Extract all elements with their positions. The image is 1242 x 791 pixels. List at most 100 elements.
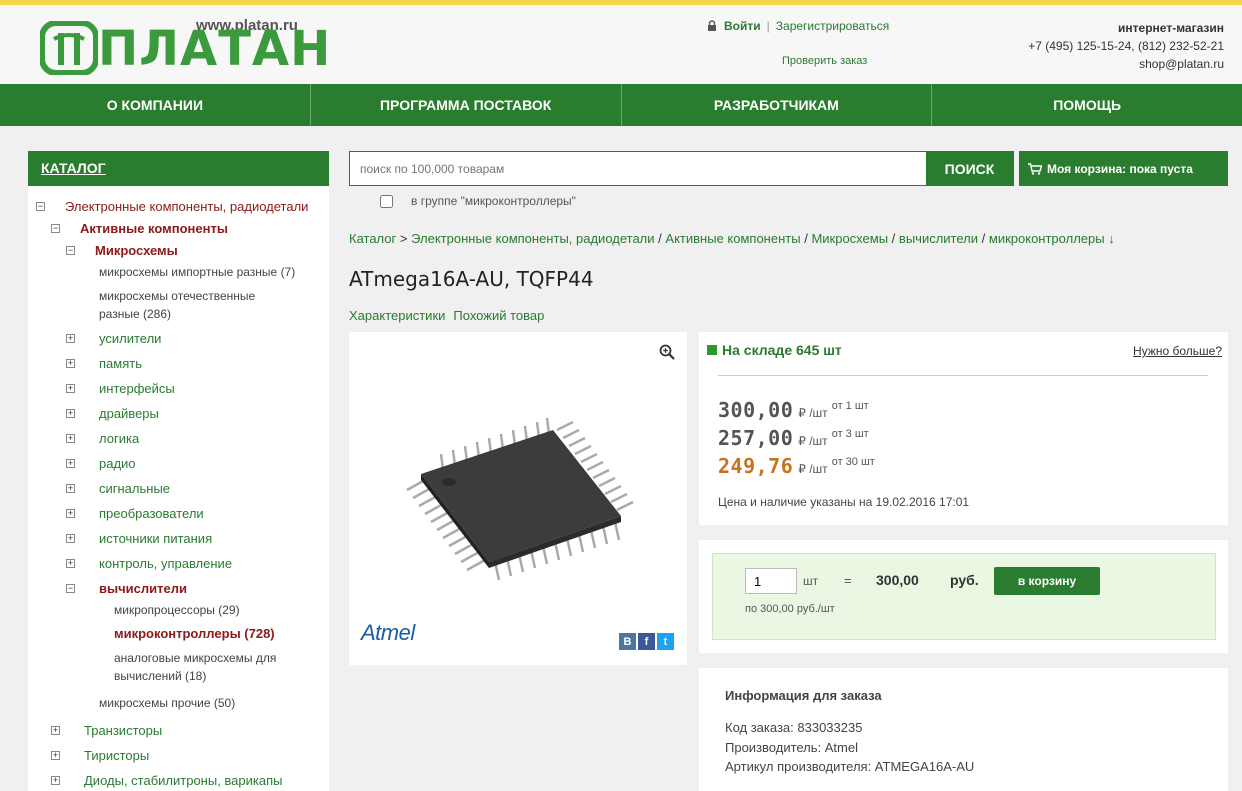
expand-icon[interactable]: + [51, 726, 60, 735]
breadcrumb-electronics[interactable]: Электронные компоненты, радиодетали [411, 231, 654, 246]
catalog-item-label: Диоды, стабилитроны, варикапы [84, 773, 283, 788]
nav-help[interactable]: ПОМОЩЬ [932, 84, 1242, 126]
breadcrumb-computing[interactable]: вычислители [899, 231, 978, 246]
price-from: от 1 шт [831, 400, 869, 412]
expand-icon[interactable]: + [51, 751, 60, 760]
logo-text: ПЛАТАН [98, 21, 332, 77]
product-tabs: Характеристики Похожий товар [349, 308, 544, 323]
search-button[interactable]: ПОИСК [926, 152, 1013, 185]
catalog-item[interactable]: усилители [99, 330, 161, 348]
catalog-item-label: Активные компоненты [80, 221, 228, 236]
catalog-item-label: разные (286) [99, 307, 171, 321]
catalog-item[interactable]: микросхемы прочие (50) [99, 694, 235, 712]
stock-card: На складе 645 шт Нужно больше? 300,00 ₽ … [699, 332, 1228, 525]
catalog-item[interactable]: Микросхемы [95, 242, 178, 260]
catalog-item[interactable]: микросхемы отечественные [99, 287, 255, 305]
add-to-cart-button[interactable]: в корзину [994, 567, 1100, 595]
catalog-item[interactable]: Транзисторы [84, 722, 162, 740]
catalog-item-label: память [99, 356, 142, 371]
catalog-item[interactable]: драйверы [99, 405, 159, 423]
expand-icon[interactable]: + [51, 776, 60, 785]
expand-icon[interactable]: + [66, 559, 75, 568]
logo[interactable]: www.platan.ru ПЛАТАН [38, 11, 330, 77]
order-currency: руб. [950, 572, 979, 588]
expand-icon[interactable]: + [66, 459, 75, 468]
expand-icon[interactable]: + [66, 409, 75, 418]
catalog-item[interactable]: микросхемы импортные разные (7) [99, 263, 295, 281]
expand-icon[interactable]: + [66, 534, 75, 543]
catalog-item[interactable]: аналоговые микросхемы для [114, 649, 276, 667]
quantity-input[interactable] [745, 568, 797, 594]
catalog-item[interactable]: источники питания [99, 530, 212, 548]
catalog-item[interactable]: логика [99, 430, 139, 448]
catalog-item[interactable]: радио [99, 455, 136, 473]
nav-supply[interactable]: ПРОГРАММА ПОСТАВОК [311, 84, 622, 126]
catalog-item-label: логика [99, 431, 140, 446]
catalog-item[interactable]: микроконтроллеры (728) [114, 625, 275, 643]
cart-button[interactable]: Моя корзина: пока пуста [1019, 151, 1228, 186]
catalog-item[interactable]: разные (286) [99, 305, 171, 323]
catalog-item[interactable]: вычислений (18) [114, 667, 206, 685]
expand-icon[interactable]: + [66, 384, 75, 393]
nav-developers[interactable]: РАЗРАБОТЧИКАМ [622, 84, 933, 126]
expand-icon[interactable]: + [66, 509, 75, 518]
price-value: 257,00 [718, 426, 794, 450]
catalog-item[interactable]: Электронные компоненты, радиодетали [65, 198, 308, 216]
catalog-item[interactable]: микропроцессоры (29) [114, 601, 240, 619]
phones: +7 (495) 125-15-24, (812) 232-52-21 [1028, 39, 1224, 53]
catalog-item[interactable]: Диоды, стабилитроны, варикапы [84, 772, 283, 790]
catalog-item[interactable]: преобразователи [99, 505, 204, 523]
expand-icon[interactable]: + [66, 434, 75, 443]
brand-logo: Atmel [361, 620, 415, 645]
catalog-item-label: микроконтроллеры (728) [114, 626, 275, 641]
catalog-item[interactable]: вычислители [99, 580, 187, 598]
social-buttons: В f t [619, 633, 674, 650]
catalog-item[interactable]: Активные компоненты [80, 220, 228, 238]
login-link[interactable]: Войти [724, 19, 761, 33]
tab-similar[interactable]: Похожий товар [453, 308, 544, 323]
catalog-item-label: радио [99, 456, 136, 471]
price-unit: ₽ /шт [798, 462, 828, 476]
expand-icon[interactable]: + [66, 359, 75, 368]
collapse-icon[interactable]: − [66, 246, 75, 255]
expand-icon[interactable]: + [66, 334, 75, 343]
leaf-logo-icon [40, 21, 98, 75]
breadcrumb-mcu[interactable]: микроконтроллеры ↓ [989, 231, 1115, 246]
twitter-icon[interactable]: t [657, 633, 674, 650]
need-more-link[interactable]: Нужно больше? [1133, 344, 1222, 358]
tab-characteristics[interactable]: Характеристики [349, 308, 445, 323]
catalog-item-label: микропроцессоры (29) [114, 603, 240, 617]
catalog-item[interactable]: сигнальные [99, 480, 170, 498]
main-nav: О КОМПАНИИ ПРОГРАММА ПОСТАВОК РАЗРАБОТЧИ… [0, 84, 1242, 126]
price-row: 300,00 ₽ /шт от 1 шт [718, 398, 869, 422]
nav-about[interactable]: О КОМПАНИИ [0, 84, 311, 126]
collapse-icon[interactable]: − [36, 202, 45, 211]
vk-icon[interactable]: В [619, 633, 636, 650]
catalog-item[interactable]: контроль, управление [99, 555, 232, 573]
expand-icon[interactable]: + [66, 484, 75, 493]
catalog-item-label: преобразователи [99, 506, 204, 521]
breadcrumb-catalog[interactable]: Каталог [349, 231, 396, 246]
price-value: 300,00 [718, 398, 794, 422]
email[interactable]: shop@platan.ru [1028, 55, 1224, 73]
register-link[interactable]: Зарегистрироваться [776, 19, 889, 33]
facebook-icon[interactable]: f [638, 633, 655, 650]
catalog-item[interactable]: память [99, 355, 142, 373]
collapse-icon[interactable]: − [66, 584, 75, 593]
stock-label: На складе 645 шт [722, 342, 842, 358]
catalog-title[interactable]: КАТАЛОГ [28, 151, 329, 186]
breadcrumb-ics[interactable]: Микросхемы [811, 231, 888, 246]
price-unit: ₽ /шт [798, 406, 828, 420]
breadcrumb-active[interactable]: Активные компоненты [665, 231, 800, 246]
zoom-icon[interactable] [659, 344, 675, 360]
search-in-group-checkbox[interactable] [380, 194, 393, 208]
catalog-item[interactable]: интерфейсы [99, 380, 175, 398]
check-order-link[interactable]: Проверить заказ [782, 55, 867, 67]
search-box: ПОИСК [349, 151, 1014, 186]
search-in-group[interactable]: в группе "микроконтроллеры" [380, 194, 576, 208]
search-input[interactable] [350, 152, 926, 185]
catalog-item[interactable]: Тиристоры [84, 747, 149, 765]
catalog-item-label: вычислений (18) [114, 669, 207, 683]
catalog-item-label: источники питания [99, 531, 213, 546]
collapse-icon[interactable]: − [51, 224, 60, 233]
